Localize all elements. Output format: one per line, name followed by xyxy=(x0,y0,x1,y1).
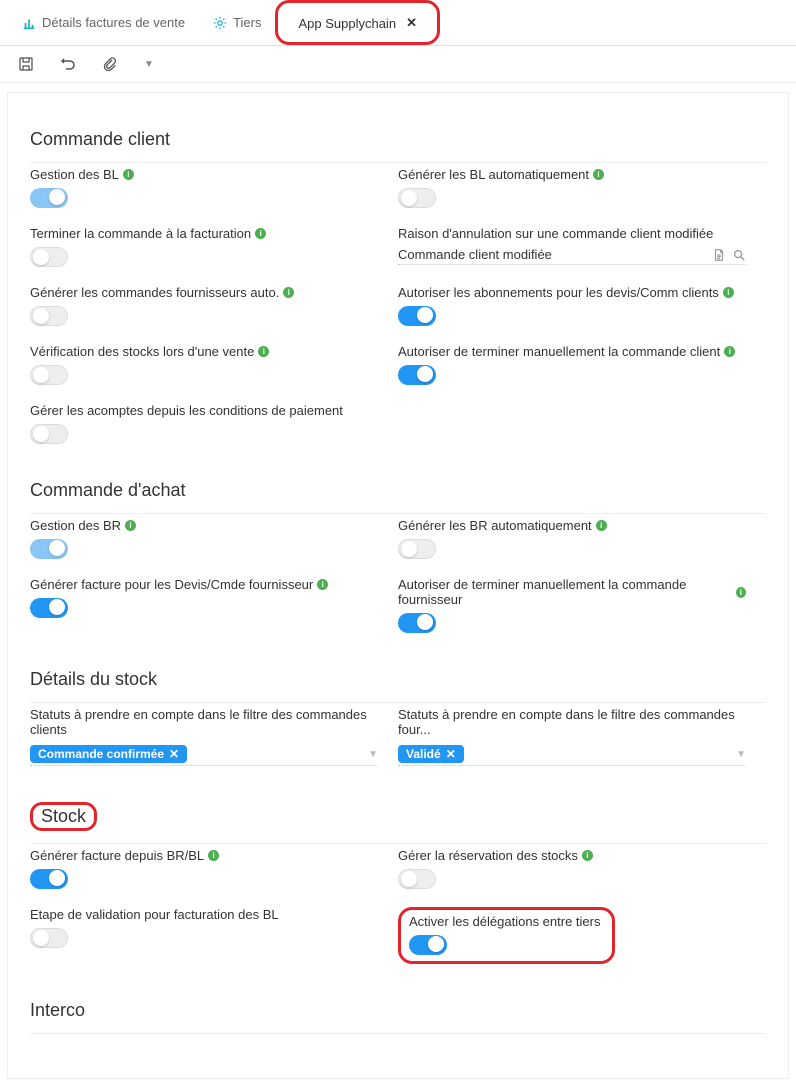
tag: Validé ✕ xyxy=(398,745,464,763)
undo-icon[interactable] xyxy=(60,56,76,72)
field-label: Vérification des stocks lors d'une vente xyxy=(30,344,254,359)
toolbar: ▼ xyxy=(0,46,796,83)
info-icon[interactable]: i xyxy=(736,587,746,598)
tab-label: Détails factures de vente xyxy=(42,15,185,30)
toggle-gerer-acomptes[interactable] xyxy=(30,424,68,444)
info-icon[interactable]: i xyxy=(593,169,604,180)
chevron-down-icon[interactable]: ▼ xyxy=(736,749,746,760)
close-icon[interactable]: ✕ xyxy=(406,15,417,31)
info-icon[interactable]: i xyxy=(317,579,328,590)
highlight-stock-section: Stock xyxy=(30,802,97,831)
field-label: Gérer la réservation des stocks xyxy=(398,848,578,863)
form-card: Commande client Gestion des BL i Générer… xyxy=(8,93,788,1078)
info-icon[interactable]: i xyxy=(258,346,269,357)
info-icon[interactable]: i xyxy=(724,346,735,357)
info-icon[interactable]: i xyxy=(596,520,607,531)
multiselect-statuts-fournisseurs[interactable]: Validé ✕ ▼ xyxy=(398,743,746,766)
tab-label: Tiers xyxy=(233,15,261,30)
toggle-gen-br-auto[interactable] xyxy=(398,539,436,559)
toggle-gestion-bl[interactable] xyxy=(30,188,68,208)
field-label: Générer facture pour les Devis/Cmde four… xyxy=(30,577,313,592)
field-label: Gérer les acomptes depuis les conditions… xyxy=(30,403,343,418)
toggle-etape-validation[interactable] xyxy=(30,928,68,948)
highlight-active-tab: App Supplychain ✕ xyxy=(275,0,439,45)
toggle-gestion-br[interactable] xyxy=(30,539,68,559)
toggle-gen-facture-devis[interactable] xyxy=(30,598,68,618)
tab-details-factures[interactable]: Détails factures de vente xyxy=(8,0,199,45)
toggle-terminer-fact[interactable] xyxy=(30,247,68,267)
toggle-gen-cmd-four[interactable] xyxy=(30,306,68,326)
tag-label: Validé xyxy=(406,747,441,761)
lookup-raison-annulation[interactable]: Commande client modifiée xyxy=(398,247,746,265)
section-title: Stock xyxy=(41,806,86,826)
divider xyxy=(30,513,766,514)
toggle-gen-facture-brbl[interactable] xyxy=(30,869,68,889)
divider xyxy=(30,162,766,163)
field-label: Générer les commandes fournisseurs auto. xyxy=(30,285,279,300)
toggle-autoriser-terminer-fournisseur[interactable] xyxy=(398,613,436,633)
info-icon[interactable]: i xyxy=(208,850,219,861)
tag: Commande confirmée ✕ xyxy=(30,745,187,763)
divider xyxy=(30,702,766,703)
toggle-autoriser-abonnements[interactable] xyxy=(398,306,436,326)
field-label: Statuts à prendre en compte dans le filt… xyxy=(30,707,378,737)
toggle-activer-delegations[interactable] xyxy=(409,935,447,955)
info-icon[interactable]: i xyxy=(123,169,134,180)
gear-icon xyxy=(213,16,227,30)
field-label: Autoriser les abonnements pour les devis… xyxy=(398,285,719,300)
toggle-gen-bl-auto[interactable] xyxy=(398,188,436,208)
info-icon[interactable]: i xyxy=(723,287,734,298)
close-icon[interactable]: ✕ xyxy=(169,747,179,761)
tab-tiers[interactable]: Tiers xyxy=(199,0,275,45)
section-title: Interco xyxy=(30,1000,766,1021)
field-label: Gestion des BR xyxy=(30,518,121,533)
field-label: Activer les délégations entre tiers xyxy=(409,914,600,929)
search-icon[interactable] xyxy=(732,248,746,262)
field-label: Etape de validation pour facturation des… xyxy=(30,907,279,922)
info-icon[interactable]: i xyxy=(582,850,593,861)
field-label: Gestion des BL xyxy=(30,167,119,182)
chevron-down-icon[interactable]: ▼ xyxy=(144,59,154,70)
close-icon[interactable]: ✕ xyxy=(446,747,456,761)
info-icon[interactable]: i xyxy=(283,287,294,298)
tab-bar: Détails factures de vente Tiers App Supp… xyxy=(0,0,796,46)
section-title: Commande client xyxy=(30,129,766,150)
tab-app-supplychain[interactable]: App Supplychain ✕ xyxy=(284,5,430,41)
field-label: Générer les BR automatiquement xyxy=(398,518,592,533)
highlight-activer-delegations: Activer les délégations entre tiers xyxy=(398,907,615,964)
toggle-gerer-reservation[interactable] xyxy=(398,869,436,889)
multiselect-statuts-clients[interactable]: Commande confirmée ✕ ▼ xyxy=(30,743,378,766)
divider xyxy=(30,843,766,844)
field-label: Générer les BL automatiquement xyxy=(398,167,589,182)
save-icon[interactable] xyxy=(18,56,34,72)
attachment-icon[interactable] xyxy=(102,56,118,72)
field-label: Générer facture depuis BR/BL xyxy=(30,848,204,863)
info-icon[interactable]: i xyxy=(255,228,266,239)
info-icon[interactable]: i xyxy=(125,520,136,531)
field-label: Raison d'annulation sur une commande cli… xyxy=(398,226,713,241)
field-label: Terminer la commande à la facturation xyxy=(30,226,251,241)
field-label: Statuts à prendre en compte dans le filt… xyxy=(398,707,746,737)
bar-chart-icon xyxy=(22,16,36,30)
toggle-autoriser-terminer-client[interactable] xyxy=(398,365,436,385)
toggle-verif-stock[interactable] xyxy=(30,365,68,385)
document-icon[interactable] xyxy=(712,248,726,262)
tag-label: Commande confirmée xyxy=(38,747,164,761)
field-label: Autoriser de terminer manuellement la co… xyxy=(398,344,720,359)
tab-label: App Supplychain xyxy=(298,16,396,31)
section-title: Détails du stock xyxy=(30,669,766,690)
field-label: Autoriser de terminer manuellement la co… xyxy=(398,577,732,607)
chevron-down-icon[interactable]: ▼ xyxy=(368,749,378,760)
section-title: Commande d'achat xyxy=(30,480,766,501)
field-value: Commande client modifiée xyxy=(398,247,552,262)
divider xyxy=(30,1033,766,1034)
